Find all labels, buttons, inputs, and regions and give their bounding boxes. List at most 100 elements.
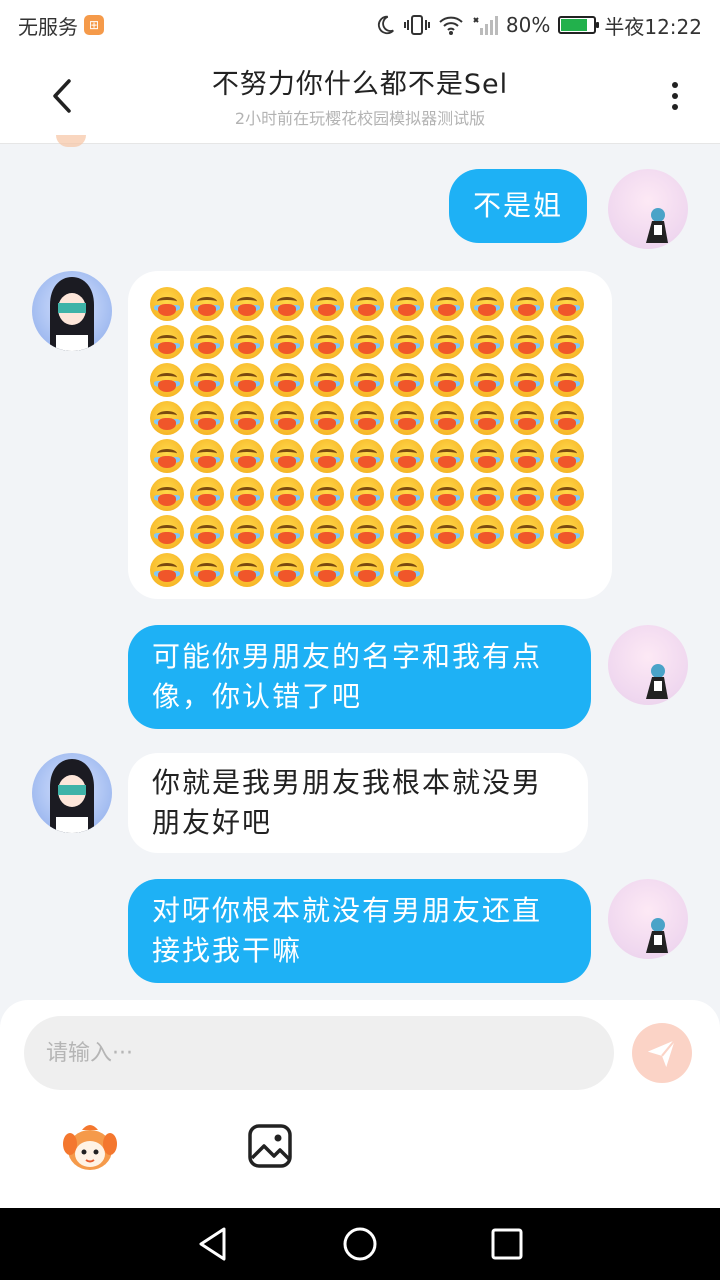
message-text: 你就是我男朋友我根本就没男朋友好吧 — [152, 766, 543, 839]
crying-emoji-icon — [230, 325, 264, 359]
crying-emoji-icon — [270, 363, 304, 397]
crying-emoji-icon — [190, 325, 224, 359]
crying-emoji-icon — [190, 401, 224, 435]
nav-back-button[interactable] — [193, 1224, 233, 1264]
crying-emoji-icon — [150, 363, 184, 397]
message-bubble[interactable]: 对呀你根本就没有男朋友还直接找我干嘛 — [128, 879, 591, 983]
battery-fill — [561, 19, 587, 31]
crying-emoji-icon — [270, 515, 304, 549]
signal-icon — [472, 14, 498, 36]
crying-emoji-icon — [270, 477, 304, 511]
crying-emoji-icon — [390, 287, 424, 321]
battery-icon — [558, 16, 600, 34]
crying-emoji-icon — [270, 439, 304, 473]
crying-emoji-icon — [150, 477, 184, 511]
crying-emoji-icon — [350, 477, 384, 511]
circle-home-icon — [343, 1227, 377, 1261]
chat-subtitle: 2小时前在玩樱花校园模拟器测试版 — [234, 109, 486, 128]
message-bubble[interactable]: 不是姐 — [449, 169, 588, 243]
crying-emoji-icon — [390, 363, 424, 397]
crying-emoji-icon — [310, 325, 344, 359]
crying-emoji-icon — [470, 363, 504, 397]
crying-emoji-icon — [350, 553, 384, 587]
crying-emoji-icon — [350, 325, 384, 359]
more-dot — [672, 104, 678, 110]
chat-header: 不努力你什么都不是Sel 2小时前在玩樱花校园模拟器测试版 — [0, 50, 720, 144]
status-bar: 无服务 ⊞ 80% 半夜12:22 — [0, 0, 720, 50]
nav-home-button[interactable] — [340, 1224, 380, 1264]
my-avatar[interactable] — [608, 169, 688, 249]
crying-emoji-icon — [350, 439, 384, 473]
crying-emoji-icon — [430, 401, 464, 435]
crying-emoji-icon — [150, 287, 184, 321]
image-icon — [248, 1124, 292, 1168]
crying-emoji-icon — [150, 325, 184, 359]
my-avatar[interactable] — [608, 625, 688, 705]
moon-icon — [374, 14, 396, 36]
crying-emoji-icon — [550, 325, 584, 359]
emoji-message-bubble[interactable] — [128, 271, 612, 599]
crying-emoji-icon — [390, 553, 424, 587]
crying-emoji-icon — [510, 401, 544, 435]
nav-recents-button[interactable] — [487, 1224, 527, 1264]
message-row: 可能你男朋友的名字和我有点像，你认错了吧 — [0, 623, 720, 733]
crying-emoji-icon — [550, 477, 584, 511]
crying-emoji-icon — [390, 401, 424, 435]
battery-percent: 80% — [505, 13, 551, 37]
crying-emoji-icon — [470, 287, 504, 321]
crying-emoji-icon — [230, 553, 264, 587]
status-left: 无服务 ⊞ — [18, 11, 104, 40]
crying-emoji-icon — [390, 439, 424, 473]
crying-emoji-icon — [190, 363, 224, 397]
character-icon — [646, 208, 668, 243]
system-nav-bar — [0, 1208, 720, 1280]
crying-emoji-icon — [350, 401, 384, 435]
message-bubble[interactable]: 可能你男朋友的名字和我有点像，你认错了吧 — [128, 625, 591, 729]
message-bubble[interactable]: 你就是我男朋友我根本就没男朋友好吧 — [128, 753, 588, 853]
crying-emoji-icon — [390, 477, 424, 511]
input-panel — [0, 1000, 720, 1208]
wifi-icon — [438, 14, 464, 36]
back-button[interactable] — [40, 72, 84, 120]
chat-title: 不努力你什么都不是Sel — [211, 69, 509, 100]
crying-emoji-icon — [310, 287, 344, 321]
emoji-button[interactable] — [62, 1120, 118, 1172]
crying-emoji-icon — [310, 553, 344, 587]
send-button[interactable] — [632, 1023, 692, 1083]
crying-emoji-icon — [550, 515, 584, 549]
crying-emoji-icon — [510, 439, 544, 473]
crying-emoji-icon — [470, 439, 504, 473]
message-text: 对呀你根本就没有男朋友还直接找我干嘛 — [152, 894, 543, 967]
contact-avatar[interactable] — [32, 271, 112, 351]
contact-avatar[interactable] — [32, 753, 112, 833]
crying-emoji-icon — [190, 553, 224, 587]
my-avatar[interactable] — [608, 879, 688, 959]
crying-emoji-icon — [470, 401, 504, 435]
back-arrow-icon — [53, 79, 71, 113]
character-icon — [646, 918, 668, 953]
crying-emoji-icon — [510, 287, 544, 321]
crying-emoji-icon — [550, 287, 584, 321]
message-row: 对呀你根本就没有男朋友还直接找我干嘛 — [0, 877, 720, 987]
message-input[interactable] — [24, 1016, 614, 1090]
crying-emoji-icon — [510, 477, 544, 511]
crying-emoji-icon — [470, 515, 504, 549]
character-icon — [50, 759, 94, 833]
chat-area[interactable]: 不是姐 可能你男朋友的名字和我有点像，你认错了吧 你就是我男朋友我根本就没男朋友… — [0, 135, 720, 1000]
crying-emoji-icon — [430, 477, 464, 511]
crying-emoji-icon — [230, 401, 264, 435]
crying-emoji-icon — [150, 401, 184, 435]
mascot-emoji-icon — [63, 1125, 117, 1170]
image-button[interactable] — [246, 1122, 294, 1170]
crying-emoji-icon — [550, 439, 584, 473]
more-button[interactable] — [660, 76, 690, 116]
crying-emoji-icon — [310, 515, 344, 549]
crying-emoji-icon — [470, 477, 504, 511]
more-vertical-icon — [672, 82, 678, 88]
crying-emoji-icon — [190, 287, 224, 321]
crying-emoji-icon — [230, 363, 264, 397]
crying-emoji-icon — [230, 439, 264, 473]
crying-emoji-icon — [150, 553, 184, 587]
crying-emoji-icon — [310, 401, 344, 435]
paper-plane-icon — [647, 1039, 676, 1068]
